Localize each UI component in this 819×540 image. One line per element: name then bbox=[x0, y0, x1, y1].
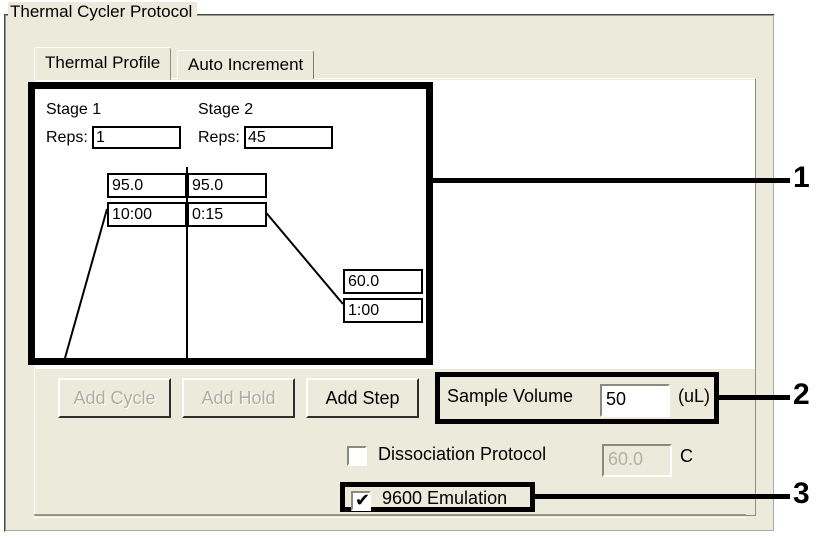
stage-1-step-1-time-input[interactable]: 10:00 bbox=[107, 202, 187, 227]
dissociation-protocol-label: Dissociation Protocol bbox=[378, 444, 547, 464]
annotation-number-2: 2 bbox=[793, 378, 810, 411]
dissociation-temperature-unit: C bbox=[680, 446, 693, 466]
add-hold-button[interactable]: Add Hold bbox=[182, 378, 295, 418]
stage-2-step-1-time-input[interactable]: 0:15 bbox=[187, 202, 267, 227]
add-step-button[interactable]: Add Step bbox=[306, 378, 419, 418]
dissociation-temperature-input: 60.0 bbox=[602, 444, 672, 477]
thermal-profile-panel[interactable]: Stage 1 Reps: 1 Stage 2 Reps: 45 95.0 10… bbox=[28, 82, 433, 365]
sample-volume-group: Sample Volume 50 (uL) bbox=[435, 372, 719, 424]
stage-2-step-2-time-input[interactable]: 1:00 bbox=[343, 298, 423, 323]
9600-emulation-label: 9600 Emulation bbox=[382, 488, 508, 508]
sample-volume-unit: (uL) bbox=[678, 386, 711, 406]
sample-volume-label: Sample Volume bbox=[447, 386, 574, 406]
groupbox-title: Thermal Cycler Protocol bbox=[8, 2, 198, 22]
tab-auto-increment[interactable]: Auto Increment bbox=[177, 50, 315, 79]
thermal-profile-diagram: Stage 1 Reps: 1 Stage 2 Reps: 45 95.0 10… bbox=[35, 89, 426, 358]
stage-1-step-1-temperature-input[interactable]: 95.0 bbox=[107, 173, 187, 198]
annotation-number-1: 1 bbox=[793, 161, 810, 194]
annotation-leader-3 bbox=[530, 494, 790, 499]
dissociation-protocol-checkbox[interactable] bbox=[347, 446, 367, 466]
tab-thermal-profile[interactable]: Thermal Profile bbox=[34, 47, 172, 80]
9600-emulation-group: ✔ 9600 Emulation bbox=[340, 482, 535, 512]
add-cycle-button[interactable]: Add Cycle bbox=[58, 378, 171, 418]
annotation-leader-1 bbox=[433, 178, 790, 183]
tab-strip: Thermal Profile Auto Increment bbox=[34, 47, 756, 80]
stage-2-step-1-temperature-input[interactable]: 95.0 bbox=[187, 173, 267, 198]
annotation-number-3: 3 bbox=[793, 477, 810, 510]
9600-emulation-checkbox[interactable]: ✔ bbox=[351, 491, 371, 511]
annotation-leader-2 bbox=[714, 395, 790, 400]
panel-divider bbox=[34, 514, 746, 518]
thermal-cycler-screen: Thermal Cycler Protocol Thermal Profile … bbox=[0, 0, 819, 540]
sample-volume-input[interactable]: 50 bbox=[600, 384, 670, 417]
stage-2-step-2-temperature-input[interactable]: 60.0 bbox=[343, 269, 423, 294]
checkmark-icon: ✔ bbox=[355, 490, 371, 511]
